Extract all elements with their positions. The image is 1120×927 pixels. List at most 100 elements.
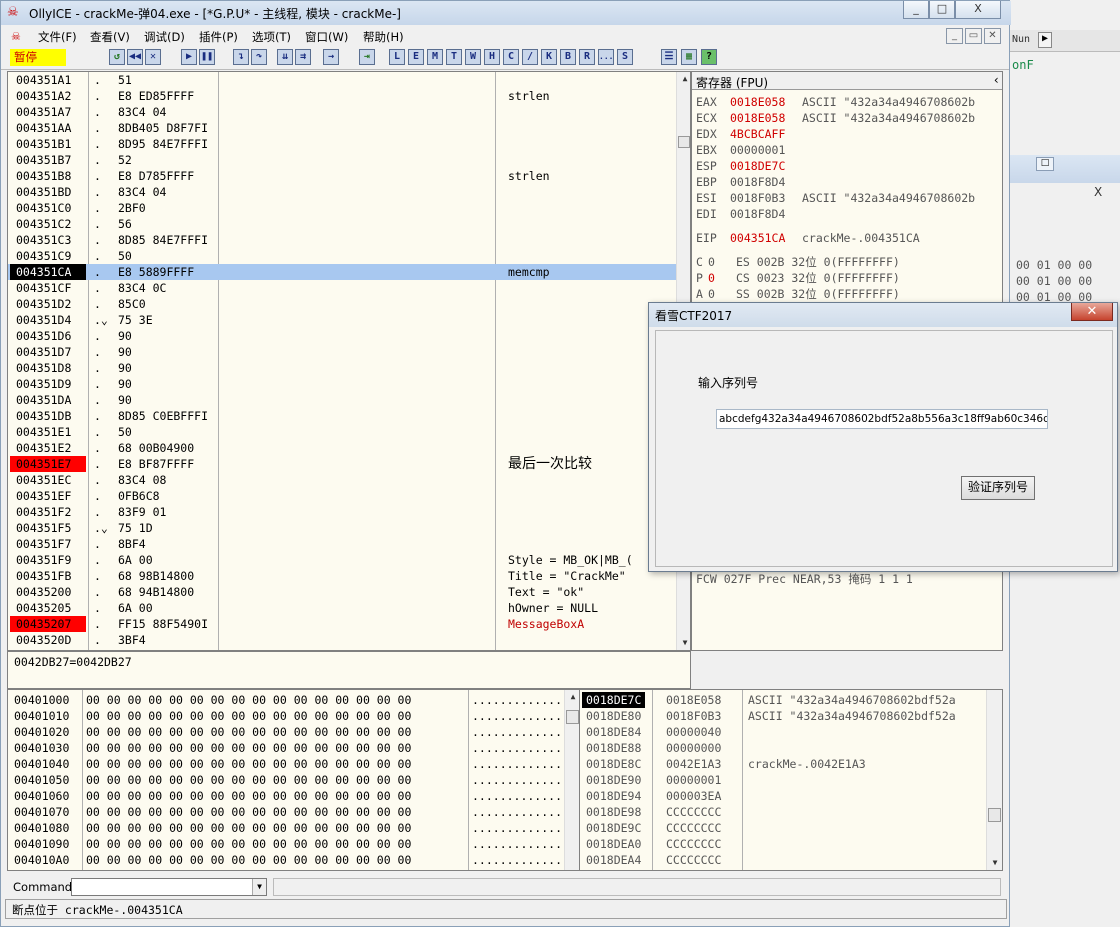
register-value[interactable]: 0018F8D4 <box>730 174 802 190</box>
dump-row[interactable]: 00401050 00 00 00 00 00 00 00 00 00 00 00… <box>8 772 580 788</box>
window-button-10[interactable]: R <box>579 49 595 65</box>
scroll-down-icon[interactable]: ▼ <box>679 638 690 648</box>
disasm-row[interactable]: 0043520D.3BF4cmpesi, esp <box>8 632 678 648</box>
dump-row[interactable]: 00401060 00 00 00 00 00 00 00 00 00 00 00… <box>8 788 580 804</box>
flag-value[interactable]: 0 <box>708 286 736 302</box>
window-button-2[interactable]: M <box>427 49 443 65</box>
dump-row[interactable]: 00401000 00 00 00 00 00 00 00 00 00 00 00… <box>8 692 580 708</box>
window-button-3[interactable]: T <box>446 49 462 65</box>
dump-row[interactable]: 00401080 00 00 00 00 00 00 00 00 00 00 00… <box>8 820 580 836</box>
register-row[interactable]: ECX 0018E058 ASCII "432a34a4946708602b <box>696 110 975 126</box>
close-button[interactable]: X <box>955 1 1001 19</box>
verify-serial-button[interactable]: 验证序列号 <box>961 476 1035 500</box>
disasm-row[interactable]: 004351B1.8D95 84E7FFFIleaedx, dword ptr … <box>8 136 678 152</box>
list-icon[interactable]: ☰ <box>661 49 677 65</box>
execute-till-return-icon[interactable]: → <box>323 49 339 65</box>
window-button-5[interactable]: H <box>484 49 500 65</box>
stack-row[interactable]: 0018DE8C 0042E1A3 crackMe-.0042E1A3 <box>580 756 988 772</box>
collapse-icon[interactable]: ‹ <box>993 73 1000 87</box>
register-value[interactable]: 0018E058 <box>730 94 802 110</box>
register-value[interactable]: 00000001 <box>730 142 802 158</box>
disasm-row[interactable]: 004351F7.8BF4movesi, esp <box>8 536 678 552</box>
goto-icon[interactable]: ⇥ <box>359 49 375 65</box>
menu-options[interactable]: 选项(T) <box>252 29 291 45</box>
scroll-up-icon[interactable]: ▲ <box>567 692 579 702</box>
register-value[interactable]: 004351CA <box>730 230 802 246</box>
stack-row[interactable]: 0018DE98 CCCCCCCC <box>580 804 988 820</box>
mdi-restore-button[interactable]: ▭ <box>965 28 982 44</box>
register-row[interactable]: EDI 0018F8D4 <box>696 206 802 222</box>
disasm-row[interactable]: 004351CA.E8 5889FFFFcall0042DB27memcmp <box>8 264 678 280</box>
register-value[interactable]: 0018E058 <box>730 110 802 126</box>
stack-row[interactable]: 0018DE94 000003EA <box>580 788 988 804</box>
menu-help[interactable]: 帮助(H) <box>363 29 404 45</box>
step-into-icon[interactable]: ↴ <box>233 49 249 65</box>
register-value[interactable]: 4BCBCAFF <box>730 126 802 142</box>
step-over-icon[interactable]: ↷ <box>251 49 267 65</box>
disasm-row[interactable]: 004351D4.⌄75 3Ejnzshort 00435214 <box>8 312 678 328</box>
window-button-0[interactable]: L <box>389 49 405 65</box>
dump-scrollbar[interactable]: ▲ <box>564 690 580 870</box>
disasm-row[interactable]: 004351A2.E8 ED85FFFFcall0042D794strlen <box>8 88 678 104</box>
register-row[interactable]: EBP 0018F8D4 <box>696 174 802 190</box>
disasm-row[interactable]: 00435207.FF15 88F5490Icalldword ptr [<&U… <box>8 616 678 632</box>
stack-row[interactable]: 0018DE80 0018F0B3 ASCII "432a34a4946708602… <box>580 708 988 724</box>
dump-row[interactable]: 00401020 00 00 00 00 00 00 00 00 00 00 00… <box>8 724 580 740</box>
disasm-row[interactable]: 004351C2.56pushesi <box>8 216 678 232</box>
disasm-row[interactable]: 00435200.68 94B14800push0048B194Text = "… <box>8 584 678 600</box>
disasm-row[interactable]: 004351D6.90nop <box>8 328 678 344</box>
disasm-row[interactable]: 004351D8.90nop <box>8 360 678 376</box>
dropdown-icon[interactable]: ▼ <box>252 879 266 895</box>
menu-plugins[interactable]: 插件(P) <box>199 29 238 45</box>
stack-row[interactable]: 0018DE88 00000000 <box>580 740 988 756</box>
register-row[interactable]: EIP 004351CA crackMe-.004351CA <box>696 230 920 246</box>
disasm-row[interactable]: 004351FB.68 98B14800push0048B198Title = … <box>8 568 678 584</box>
stack-row[interactable]: 0018DEA0 CCCCCCCC <box>580 836 988 852</box>
dump-row[interactable]: 00401090 00 00 00 00 00 00 00 00 00 00 00… <box>8 836 580 852</box>
menu-view[interactable]: 查看(V) <box>90 29 130 45</box>
disasm-row[interactable]: 004351AA.8DB405 D8F7FIleaesi, dword ptr … <box>8 120 678 136</box>
register-row[interactable]: ESP 0018DE7C <box>696 158 802 174</box>
grid-icon[interactable]: ▦ <box>681 49 697 65</box>
window-button-12[interactable]: S <box>617 49 633 65</box>
window-button-1[interactable]: E <box>408 49 424 65</box>
disasm-row[interactable]: 004351F9.6A 00push0x0Style = MB_OK|MB_( <box>8 552 678 568</box>
help-icon[interactable]: ? <box>701 49 717 65</box>
stack-row[interactable]: 0018DE90 00000001 <box>580 772 988 788</box>
trace-into-icon[interactable]: ⇊ <box>277 49 293 65</box>
disasm-row[interactable]: 004351A1.51pushecx <box>8 72 678 88</box>
flag-value[interactable]: 0 <box>708 270 736 286</box>
register-row[interactable]: ESI 0018F0B3 ASCII "432a34a4946708602b <box>696 190 975 206</box>
dump-row[interactable]: 00401070 00 00 00 00 00 00 00 00 00 00 00… <box>8 804 580 820</box>
register-row[interactable]: EAX 0018E058 ASCII "432a34a4946708602b <box>696 94 975 110</box>
flag-row[interactable]: A 0 SS 002B 32位 0(FFFFFFFF) <box>696 286 900 302</box>
dump-row[interactable]: 00401040 00 00 00 00 00 00 00 00 00 00 00… <box>8 756 580 772</box>
flag-value[interactable]: 0 <box>708 254 736 270</box>
scroll-thumb[interactable] <box>988 808 1001 822</box>
register-value[interactable]: 0018DE7C <box>730 158 802 174</box>
disasm-row[interactable]: 004351D7.90nop <box>8 344 678 360</box>
disasm-row[interactable]: 004351F5.⌄75 1Djnzshort 00435214 <box>8 520 678 536</box>
disasm-row[interactable]: 004351A7.83C4 04addesp, 0x4 <box>8 104 678 120</box>
stack-row[interactable]: 0018DE9C CCCCCCCC <box>580 820 988 836</box>
disasm-row[interactable]: 004351E2.68 00B04900push0049B000 <box>8 440 678 456</box>
menu-window[interactable]: 窗口(W) <box>305 29 348 45</box>
disassembly-pane[interactable]: 004351A1.51pushecx004351A2.E8 ED85FFFFca… <box>7 71 691 651</box>
stack-row[interactable]: 0018DE84 00000040 <box>580 724 988 740</box>
restart-icon[interactable]: ↺ <box>109 49 125 65</box>
pause-icon[interactable]: ❚❚ <box>199 49 215 65</box>
back-icon[interactable]: ✕ <box>145 49 161 65</box>
scroll-thumb[interactable] <box>678 136 690 148</box>
dialog-close-button[interactable]: ✕ <box>1071 303 1113 321</box>
disasm-row[interactable]: 004351DA.90nop <box>8 392 678 408</box>
disasm-row[interactable]: 004351EF.0FB6C8movzxecx, al <box>8 488 678 504</box>
scroll-down-icon[interactable]: ▼ <box>989 858 1001 868</box>
scroll-thumb[interactable] <box>566 710 579 724</box>
window-button-11[interactable]: ... <box>598 49 614 65</box>
window-button-9[interactable]: B <box>560 49 576 65</box>
stack-pane[interactable]: 0018DE7C 0018E058 ASCII "432a34a4946708602… <box>579 689 1003 871</box>
mdi-minimize-button[interactable]: _ <box>946 28 963 44</box>
register-row[interactable]: EBX 00000001 <box>696 142 802 158</box>
window-button-6[interactable]: C <box>503 49 519 65</box>
window-button-4[interactable]: W <box>465 49 481 65</box>
